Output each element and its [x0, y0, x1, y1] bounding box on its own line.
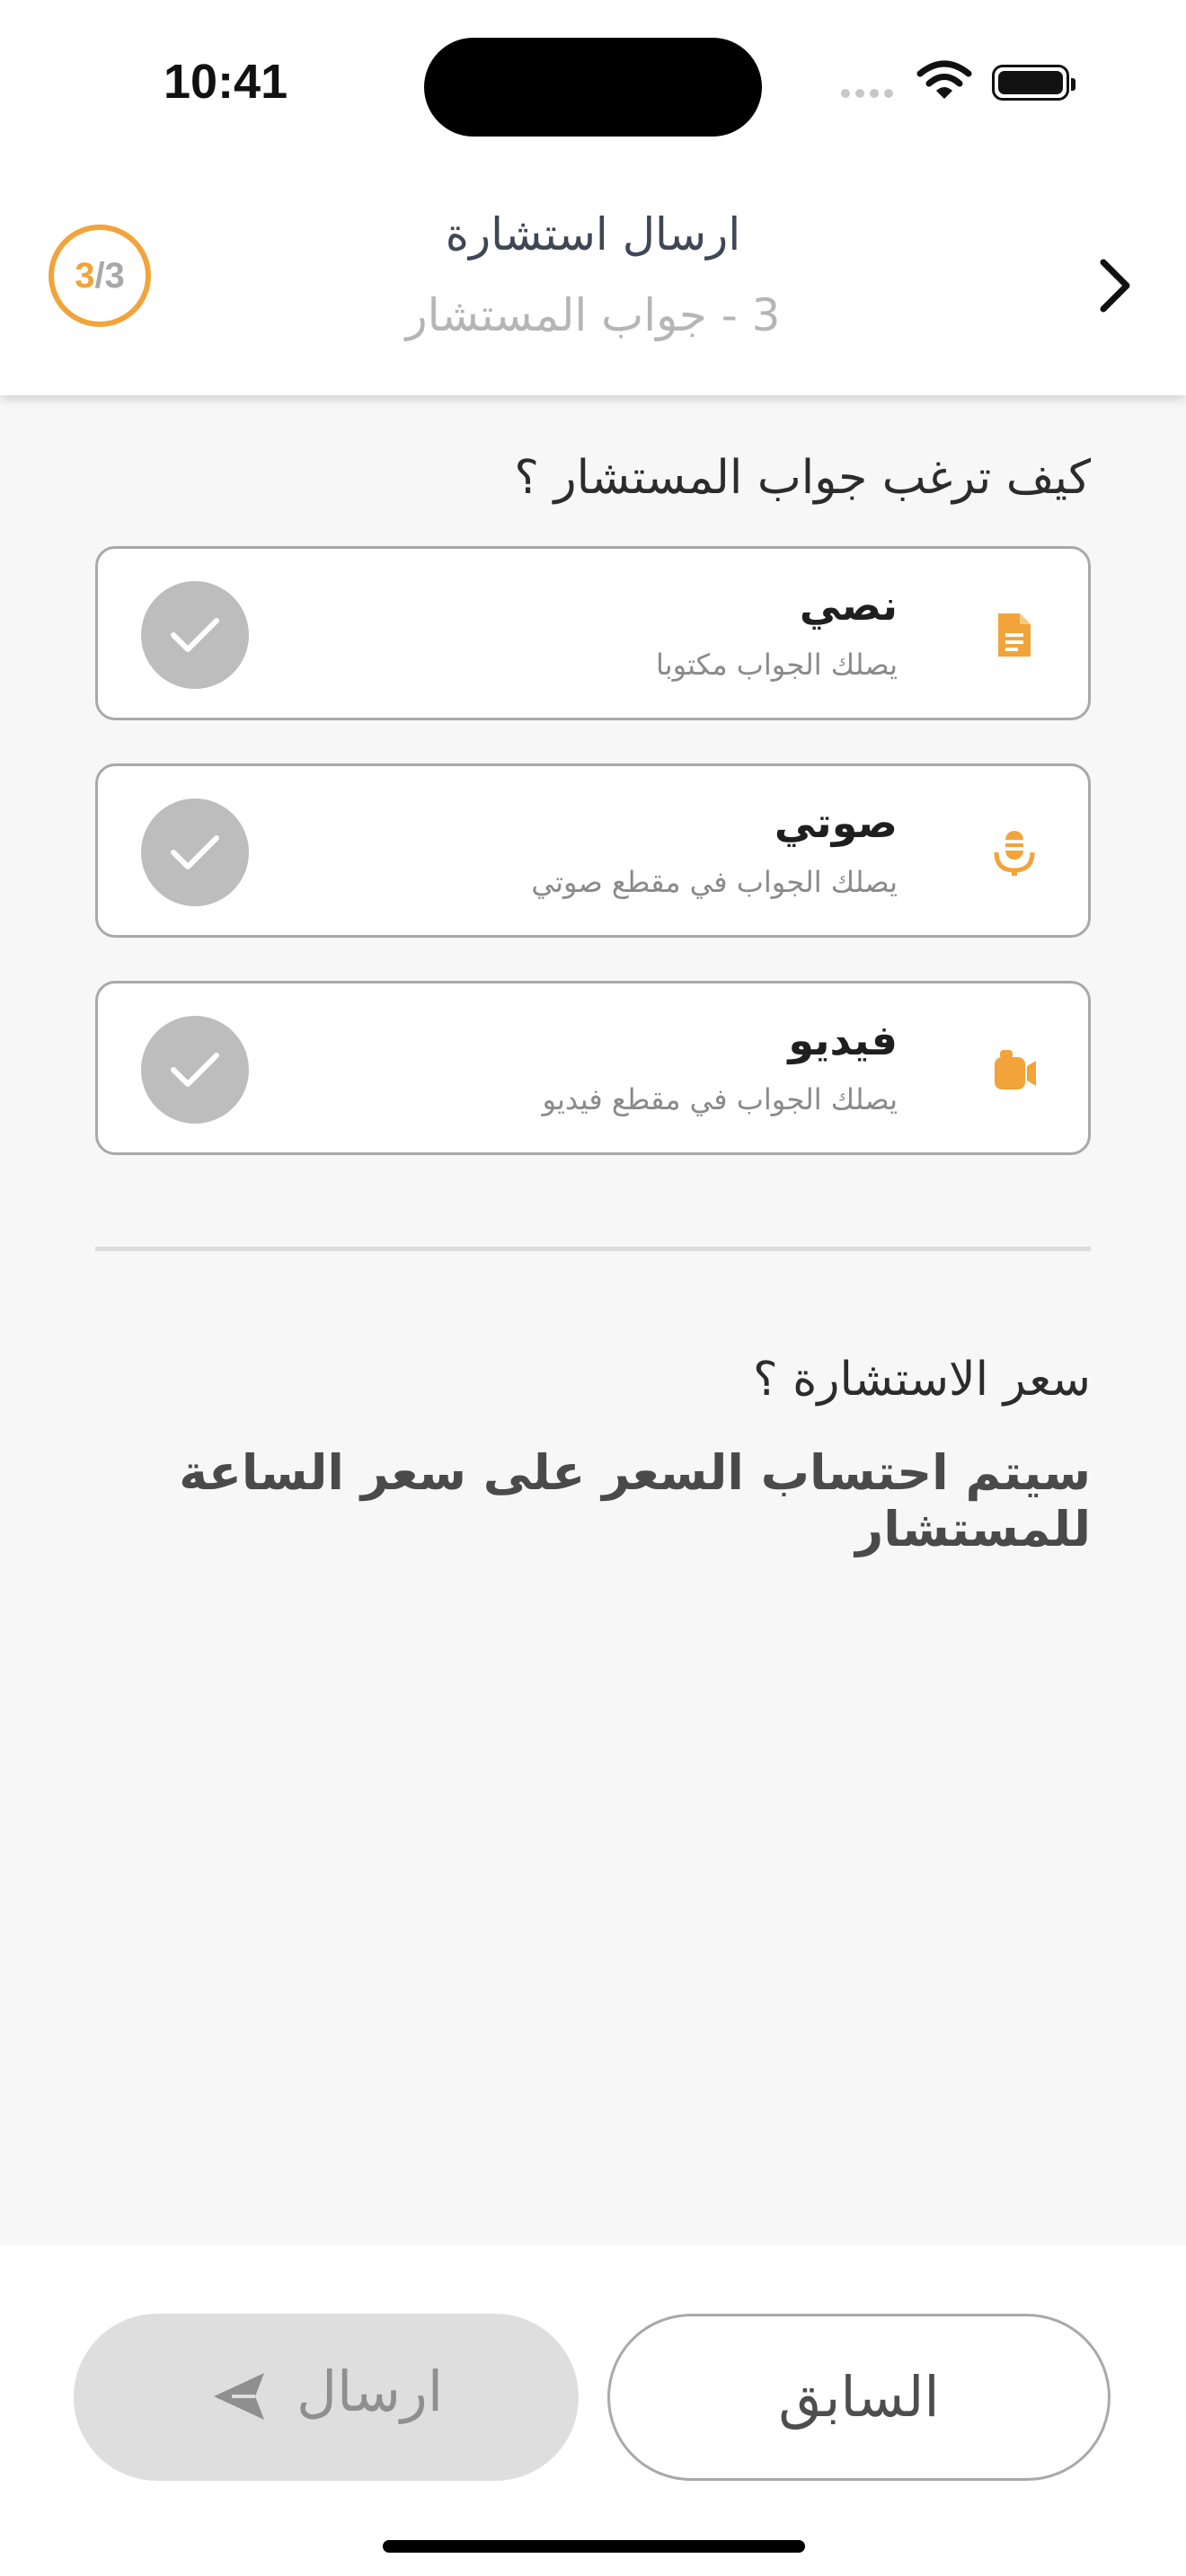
- price-question: سعر الاستشارة ؟: [753, 1353, 1091, 1407]
- send-label: ارسال: [296, 2359, 444, 2424]
- dynamic-island: [424, 38, 762, 137]
- option-title: صوتي: [774, 798, 898, 847]
- step-subtitle: 3 - جواب المستشار: [405, 289, 781, 341]
- answer-type-question: كيف ترغب جواب المستشار ؟: [514, 451, 1091, 505]
- step-indicator: 3/3: [49, 225, 151, 327]
- option-title: نصي: [799, 581, 898, 630]
- document-icon: [998, 613, 1031, 657]
- status-time: 10:41: [164, 55, 288, 109]
- previous-button[interactable]: السابق: [607, 2314, 1111, 2481]
- header: ارسال استشارة 3 - جواب المستشار 3/3: [0, 171, 1186, 395]
- home-indicator: [383, 2540, 805, 2553]
- step-current: 3: [75, 256, 95, 296]
- video-camera-icon: [995, 1050, 1036, 1090]
- battery-icon: [992, 65, 1075, 101]
- option-title: فيديو: [788, 1016, 898, 1064]
- check-icon[interactable]: [141, 581, 249, 689]
- option-text[interactable]: نصي يصلك الجواب مكتوبا: [95, 546, 1091, 720]
- signal-icon: [841, 84, 898, 101]
- step-total: /3: [94, 256, 125, 296]
- option-description: يصلك الجواب مكتوبا: [655, 648, 898, 682]
- price-note: سيتم احتساب السعر على سعر الساعة للمستشا…: [179, 1444, 1091, 1557]
- divider: [95, 1247, 1091, 1251]
- status-bar: 10:41: [0, 0, 1186, 171]
- bottom-bar: السابق ارسال: [0, 2245, 1186, 2576]
- option-description: يصلك الجواب في مقطع صوتي: [531, 865, 898, 899]
- check-icon[interactable]: [141, 798, 249, 906]
- send-icon: [214, 2373, 264, 2420]
- check-icon[interactable]: [141, 1016, 249, 1124]
- option-audio[interactable]: صوتي يصلك الجواب في مقطع صوتي: [95, 763, 1091, 938]
- page-title: ارسال استشارة: [445, 208, 741, 260]
- option-description: يصلك الجواب في مقطع فيديو: [542, 1082, 898, 1116]
- wifi-icon: [916, 60, 972, 99]
- option-video[interactable]: فيديو يصلك الجواب في مقطع فيديو: [95, 981, 1091, 1155]
- send-button[interactable]: ارسال: [74, 2314, 579, 2481]
- microphone-icon: [994, 831, 1035, 876]
